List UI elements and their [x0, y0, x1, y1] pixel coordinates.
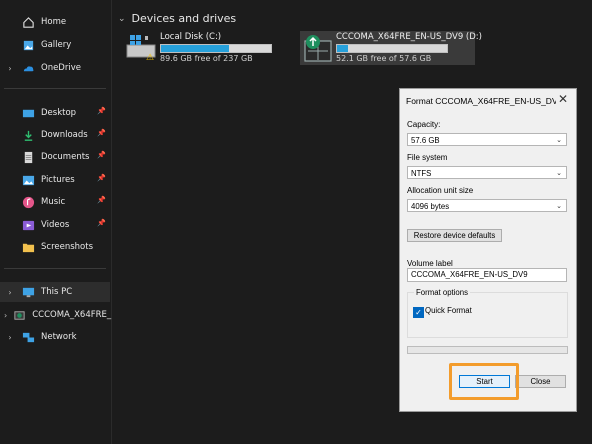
warning-icon: ⚠ — [146, 53, 155, 63]
sidebar-item-downloads[interactable]: Downloads 📌 — [0, 125, 110, 145]
close-button[interactable]: Close — [515, 375, 566, 388]
gallery-icon — [23, 40, 34, 50]
section-title: Devices and drives — [131, 12, 237, 25]
sidebar-item-label: Videos — [41, 220, 70, 230]
close-icon[interactable]: ✕ — [556, 92, 570, 106]
filesystem-value: NTFS — [411, 169, 432, 178]
sidebar-item-label: Network — [41, 332, 77, 342]
chevron-down-icon: ⌄ — [556, 203, 562, 210]
restore-defaults-button[interactable]: Restore device defaults — [407, 229, 502, 242]
drive-name: Local Disk (C:) — [160, 32, 222, 42]
drive-usage-fill — [161, 45, 230, 52]
filesystem-select[interactable]: NTFS ⌄ — [407, 166, 567, 179]
screenshots-folder-icon — [22, 243, 35, 252]
chevron-down-icon: ⌄ — [556, 137, 562, 144]
pin-icon[interactable]: 📌 — [97, 129, 106, 137]
devices-and-drives-header[interactable]: ⌄ Devices and drives — [118, 12, 236, 25]
sidebar-item-gallery[interactable]: Gallery — [0, 35, 110, 55]
sidebar-item-label: CCCOMA_X64FRE_ — [32, 310, 112, 320]
allocation-select[interactable]: 4096 bytes ⌄ — [407, 199, 567, 212]
usb-install-drive-icon — [304, 35, 332, 62]
sidebar-item-label: Screenshots — [41, 242, 94, 252]
chevron-right-icon[interactable]: › — [4, 288, 16, 297]
sidebar-item-videos[interactable]: Videos 📌 — [0, 215, 110, 235]
drive-c[interactable]: Local Disk (C:) ⚠ 89.6 GB free of 237 GB — [124, 31, 294, 65]
pin-icon[interactable]: 📌 — [97, 151, 106, 159]
sidebar-item-network[interactable]: › Network — [0, 327, 110, 347]
sidebar-item-screenshots[interactable]: Screenshots — [0, 237, 110, 257]
pictures-folder-icon — [22, 175, 35, 185]
drive-free-space: 52.1 GB free of 57.6 GB — [336, 54, 432, 63]
sidebar-item-label: Home — [41, 17, 67, 27]
quick-format-checkbox[interactable]: ✓ — [413, 307, 424, 318]
sidebar-item-documents[interactable]: Documents 📌 — [0, 147, 110, 167]
documents-folder-icon — [24, 151, 33, 163]
network-icon — [22, 332, 35, 342]
divider — [4, 268, 106, 269]
allocation-value: 4096 bytes — [411, 202, 450, 211]
quick-format-label[interactable]: Quick Format — [425, 306, 472, 315]
format-progress-bar — [407, 346, 568, 354]
sidebar-item-label: Documents — [41, 152, 90, 162]
capacity-label: Capacity: — [407, 120, 441, 129]
sidebar-item-label: Pictures — [41, 175, 75, 185]
navigation-pane: Home Gallery › OneDrive Desktop 📌 Downlo… — [0, 0, 112, 444]
divider — [4, 88, 106, 89]
chevron-right-icon[interactable]: › — [4, 311, 7, 320]
allocation-label: Allocation unit size — [407, 186, 474, 195]
sidebar-item-usb-drive[interactable]: › CCCOMA_X64FRE_ — [0, 305, 112, 325]
chevron-down-icon[interactable]: ⌄ — [118, 14, 126, 24]
downloads-folder-icon — [24, 130, 33, 141]
sidebar-item-home[interactable]: Home — [0, 12, 110, 32]
sidebar-item-this-pc[interactable]: › This PC — [0, 282, 110, 302]
chevron-down-icon: ⌄ — [556, 170, 562, 177]
sidebar-item-label: Desktop — [41, 108, 77, 118]
chevron-right-icon[interactable]: › — [4, 64, 16, 73]
onedrive-icon — [23, 65, 34, 71]
drive-usage-bar — [336, 44, 448, 53]
drive-d[interactable]: CCCOMA_X64FRE_EN-US_DV9 (D:) 52.1 GB fre… — [300, 31, 482, 65]
volume-label-label: Volume label — [407, 259, 453, 268]
videos-folder-icon — [22, 220, 35, 230]
sidebar-item-label: Downloads — [41, 130, 88, 140]
home-icon — [23, 16, 34, 28]
desktop-folder-icon — [22, 109, 35, 117]
dialog-title: Format CCCOMA_X64FRE_EN-US_DV9... — [406, 96, 556, 106]
start-button-highlight — [449, 363, 519, 400]
pin-icon[interactable]: 📌 — [97, 107, 106, 115]
format-options-label: Format options — [414, 288, 471, 297]
sidebar-item-desktop[interactable]: Desktop 📌 — [0, 103, 110, 123]
pin-icon[interactable]: 📌 — [97, 174, 106, 182]
sidebar-item-label: OneDrive — [41, 63, 81, 73]
capacity-select[interactable]: 57.6 GB ⌄ — [407, 133, 567, 146]
drive-usage-fill — [337, 45, 348, 52]
sidebar-item-music[interactable]: Music 📌 — [0, 192, 110, 212]
sidebar-item-label: This PC — [41, 287, 73, 297]
music-folder-icon — [22, 196, 35, 208]
usb-drive-icon — [14, 310, 25, 320]
drive-free-space: 89.6 GB free of 237 GB — [160, 54, 253, 63]
format-options-group: Format options ✓ Quick Format — [407, 288, 568, 338]
this-pc-icon — [22, 287, 35, 297]
pin-icon[interactable]: 📌 — [97, 219, 106, 227]
sidebar-item-pictures[interactable]: Pictures 📌 — [0, 170, 110, 190]
drive-name: CCCOMA_X64FRE_EN-US_DV9 (D:) — [336, 32, 482, 42]
chevron-right-icon[interactable]: › — [4, 333, 16, 342]
pin-icon[interactable]: 📌 — [97, 196, 106, 204]
filesystem-label: File system — [407, 153, 448, 162]
sidebar-item-label: Gallery — [41, 40, 72, 50]
drive-usage-bar — [160, 44, 272, 53]
volume-label-field[interactable]: CCCOMA_X64FRE_EN-US_DV9 — [407, 268, 567, 282]
capacity-value: 57.6 GB — [411, 136, 440, 145]
sidebar-item-label: Music — [41, 197, 66, 207]
sidebar-item-onedrive[interactable]: › OneDrive — [0, 58, 110, 78]
